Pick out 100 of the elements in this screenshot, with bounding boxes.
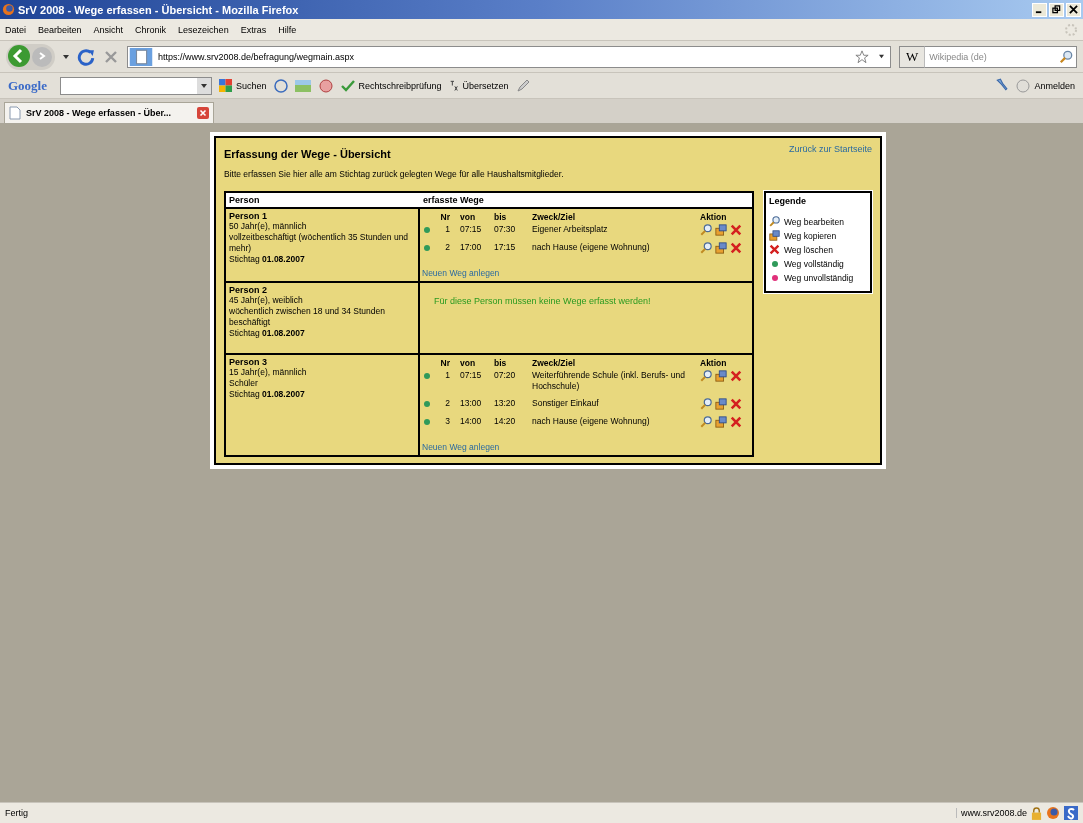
user-icon	[1016, 78, 1031, 93]
translate-icon	[448, 79, 459, 92]
page-icon	[128, 47, 154, 66]
person-name: Person 3	[229, 357, 269, 367]
browser-tab[interactable]: SrV 2008 - Wege erfassen - Über...	[4, 102, 214, 123]
table-cell-text: 1	[444, 370, 451, 381]
menu-item[interactable]: Ansicht	[93, 24, 124, 35]
table-cell-text: 07:30	[494, 224, 517, 235]
star-icon[interactable]	[855, 49, 869, 64]
translate-button[interactable]: Übersetzen	[448, 79, 509, 92]
checkmark-icon	[340, 79, 355, 92]
legend-label: Weg bearbeiten	[784, 216, 844, 227]
restore-button[interactable]	[1049, 2, 1064, 17]
dropdown-icon[interactable]	[201, 82, 207, 89]
dropdown-icon[interactable]	[879, 54, 884, 59]
status-dot	[771, 260, 778, 267]
close-tab-icon[interactable]	[197, 107, 209, 119]
legend-label: Weg unvollständig	[784, 272, 854, 283]
delete-icon[interactable]	[730, 242, 742, 254]
person-detail: vollzeitbeschäftigt (wöchentlich 35 Stunden und mehr)	[229, 232, 410, 254]
search-engine-button[interactable]: W	[899, 45, 926, 68]
magnifier-icon[interactable]	[700, 398, 712, 410]
copy-icon[interactable]	[715, 242, 727, 254]
table-cell-text: 17:00	[460, 242, 483, 253]
delete-icon[interactable]	[730, 416, 742, 428]
new-trip-link[interactable]: Neuen Weg anlegen	[422, 268, 500, 278]
person-detail: 50 Jahr(e), männlich	[229, 221, 308, 232]
minimize-button[interactable]	[1032, 2, 1047, 17]
reload-icon[interactable]	[77, 47, 95, 66]
browser-logo-icon	[2, 3, 15, 16]
back-link[interactable]: Zurück zur Startseite	[788, 144, 872, 154]
copy-icon[interactable]	[715, 416, 727, 428]
table-cell-text: nach Hause (eigene Wohnung)	[531, 416, 651, 427]
table-cell-text: 13:20	[494, 398, 517, 409]
menu-item[interactable]: Extras	[240, 24, 267, 35]
copy-icon[interactable]	[715, 398, 727, 410]
column-header: erfasste Wege	[422, 194, 485, 207]
table-cell-text: Weiterführende Schule (inkl. Berufs- und Hochschule)	[531, 370, 686, 392]
search-icon[interactable]	[1059, 49, 1073, 64]
column-header: bis	[494, 358, 508, 369]
sign-in-button[interactable]: Anmelden	[1016, 78, 1075, 93]
delete-icon[interactable]	[730, 398, 742, 410]
back-button[interactable]	[6, 43, 32, 70]
page-icon	[9, 106, 21, 120]
menu-item[interactable]: Bearbeiten	[38, 24, 82, 35]
compass-icon[interactable]	[273, 78, 288, 93]
table-cell-text: 2	[444, 242, 451, 253]
legend-label: Weg löschen	[784, 244, 833, 255]
info-message: Für diese Person müssen keine Wege erfasst werden!	[433, 295, 652, 308]
column-header: bis	[494, 212, 508, 223]
search-field[interactable]: Wikipedia (de)	[925, 45, 1077, 68]
legend-label: Weg kopieren	[784, 230, 837, 241]
magnifier-icon[interactable]	[700, 370, 712, 382]
table-cell-text: 2	[444, 398, 451, 409]
padlock-icon	[1031, 806, 1042, 820]
shield-icon	[1064, 806, 1078, 820]
spellcheck-button[interactable]: Rechtschreibprüfung	[340, 79, 442, 92]
restore-icon	[1052, 5, 1061, 14]
magnifier-icon[interactable]	[700, 242, 712, 254]
table-cell-text: 14:00	[460, 416, 483, 427]
search-button[interactable]: Suchen	[219, 79, 267, 92]
menu-item[interactable]: Chronik	[135, 24, 167, 35]
back-icon	[7, 43, 31, 68]
table-cell-text: Eigener Arbeitsplatz	[531, 224, 609, 235]
status-domain: www.srv2008.de	[955, 808, 1027, 818]
search-field[interactable]	[60, 76, 212, 95]
dropdown-icon[interactable]	[63, 53, 69, 60]
table-cell-text: 3	[444, 416, 451, 427]
menu-item[interactable]: Lesezeichen	[178, 24, 229, 35]
intro-text: Bitte erfassen Sie hier alle am Stichtag zurück gelegten Wege für alle Haushaltsmitglieder.	[224, 169, 565, 179]
person-name: Person 2	[229, 285, 269, 295]
menu-item[interactable]: Hilfe	[278, 24, 297, 35]
delete-icon[interactable]	[730, 370, 742, 382]
menu-item[interactable]: Datei	[5, 24, 26, 35]
column-header: Person	[228, 194, 261, 207]
magnifier-icon[interactable]	[700, 416, 712, 428]
person-detail: Schüler	[229, 378, 259, 389]
new-trip-link[interactable]: Neuen Weg anlegen	[422, 442, 500, 452]
legend-label: Weg vollständig	[784, 258, 844, 269]
column-header: von	[460, 212, 477, 223]
forward-icon	[37, 51, 47, 61]
browser-logo-icon	[1046, 806, 1060, 820]
reference-date: Stichtag 01.08.2007	[229, 254, 306, 265]
copy-icon[interactable]	[715, 224, 727, 236]
google-logo: Google	[8, 77, 47, 94]
close-button[interactable]	[1066, 2, 1081, 17]
status-text: Fertig	[5, 808, 29, 818]
pencil-icon[interactable]	[515, 78, 530, 93]
status-dot	[771, 274, 778, 281]
address-field[interactable]: https://www.srv2008.de/befragung/wegmain.aspx	[127, 45, 891, 68]
column-header: Zweck/Ziel	[531, 358, 576, 369]
table-cell-text: 1	[444, 224, 451, 235]
delete-icon[interactable]	[730, 224, 742, 236]
window-title: SrV 2008 - Wege erfassen - Übersicht - Mozilla Firefox	[18, 3, 300, 16]
person-detail: wöchentlich zwischen 18 und 34 Stunden beschäftigt	[229, 306, 386, 328]
person-detail: 15 Jahr(e), männlich	[229, 367, 308, 378]
magnifier-icon[interactable]	[700, 224, 712, 236]
copy-icon[interactable]	[715, 370, 727, 382]
table-cell-text: 17:15	[494, 242, 517, 253]
column-header: Nr	[439, 358, 451, 369]
